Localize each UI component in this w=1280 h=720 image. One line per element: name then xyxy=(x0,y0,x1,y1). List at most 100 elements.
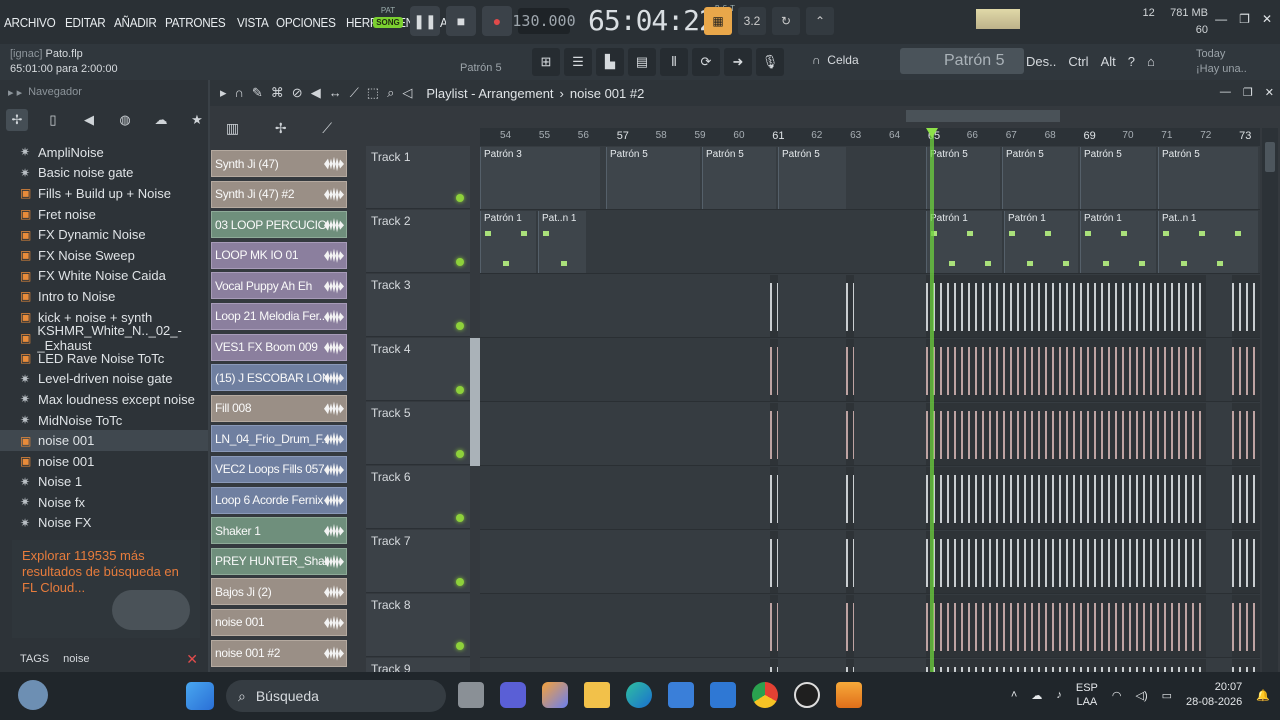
clip-item[interactable]: LN_04_Frio_Drum_F.. xyxy=(211,425,347,453)
microphone-icon[interactable]: 🎙 xyxy=(756,48,784,76)
star-tab-icon[interactable]: ★ xyxy=(186,109,208,131)
pattern-clip[interactable]: Pat..n 1 xyxy=(538,211,586,273)
menu-editar[interactable]: EDITAR xyxy=(65,15,106,30)
mixer-icon[interactable]: ▤ xyxy=(628,48,656,76)
audio-clip[interactable] xyxy=(926,659,1206,672)
tray-chevron-icon[interactable]: ˄ xyxy=(1011,689,1017,701)
track-header[interactable]: Track 5 xyxy=(366,402,470,465)
browser-arrows-icon[interactable]: ▸ ▸ xyxy=(8,86,22,99)
clip-item[interactable]: Synth Ji (47) #2 xyxy=(211,180,347,208)
vscode-icon[interactable] xyxy=(710,682,736,708)
browser-item[interactable]: ✷ MidNoise ToTc xyxy=(0,410,208,431)
tempo-display[interactable]: 130.000 xyxy=(512,8,576,34)
mute-tool-icon[interactable]: ◀ xyxy=(311,85,321,101)
horizontal-scroll-overview[interactable] xyxy=(906,110,1060,122)
track-enable-led[interactable] xyxy=(456,514,464,522)
obs-icon[interactable] xyxy=(794,682,820,708)
clip-item[interactable]: VEC2 Loops Fills 057 xyxy=(211,455,347,483)
playhead-marker[interactable] xyxy=(926,128,938,138)
weather-icon[interactable] xyxy=(18,680,48,710)
audio-clip[interactable] xyxy=(846,595,854,657)
step-edit-icon[interactable]: 3.2 xyxy=(738,7,766,35)
pattern-clip[interactable]: Patrón 5 xyxy=(926,147,1000,209)
track-header[interactable]: Track 3 xyxy=(366,274,470,337)
audio-clip[interactable] xyxy=(846,339,854,401)
audio-clip[interactable] xyxy=(770,467,778,529)
browser-item[interactable]: ▣ noise 001 xyxy=(0,430,208,451)
clip-item[interactable]: VES1 FX Boom 009 xyxy=(211,333,347,361)
channel-rack-icon[interactable]: ☰ xyxy=(564,48,592,76)
audio-clip[interactable] xyxy=(926,403,1206,465)
menu-archivo[interactable]: ARCHIVO xyxy=(4,15,56,30)
delete-tool-icon[interactable]: ⊘ xyxy=(292,85,303,101)
close-icon[interactable]: ✕ xyxy=(1262,12,1272,26)
audio-clip[interactable] xyxy=(926,275,1206,337)
select-tool-icon[interactable]: ⬚ xyxy=(367,85,379,101)
audio-clip[interactable] xyxy=(846,275,854,337)
audio-clip[interactable] xyxy=(846,467,854,529)
vertical-scrollbar[interactable] xyxy=(1262,128,1278,672)
pattern-clip[interactable]: Pat..n 1 xyxy=(1158,211,1258,273)
pattern-clip[interactable]: Patrón 5 xyxy=(778,147,846,209)
track-header[interactable]: Track 2 xyxy=(366,210,470,273)
audio-clip[interactable] xyxy=(926,467,1206,529)
copilot-icon[interactable] xyxy=(542,682,568,708)
audio-clip[interactable] xyxy=(926,531,1206,593)
audio-clip[interactable] xyxy=(1232,659,1260,672)
maximize-icon[interactable]: ❐ xyxy=(1239,12,1250,26)
track-enable-led[interactable] xyxy=(456,386,464,394)
playback-tool-icon[interactable]: ◁ xyxy=(402,85,412,101)
menu-anadir[interactable]: AÑADIR xyxy=(114,15,157,30)
refresh-icon[interactable]: ⟳ xyxy=(692,48,720,76)
pattern-clip[interactable]: Patrón 5 xyxy=(606,147,700,209)
pattern-clip[interactable]: Patrón 1 xyxy=(480,211,536,273)
track-header[interactable]: Track 7 xyxy=(366,530,470,593)
chrome-icon[interactable] xyxy=(752,682,778,708)
clip-item[interactable]: Fill 008 xyxy=(211,394,347,422)
cloud-tab-icon[interactable]: ☁ xyxy=(150,109,172,131)
metronome-icon[interactable]: ⌃ xyxy=(806,7,834,35)
browser-item[interactable]: ✷ Max loudness except noise xyxy=(0,389,208,410)
file-tab-icon[interactable]: ▯ xyxy=(42,109,64,131)
timeline-ruler[interactable]: 54 55 56 57 58 59 60 61 62 63 64 65 66 67 68 69 70 71 72 73 xyxy=(480,128,1260,146)
audio-clip[interactable] xyxy=(770,339,778,401)
browser-item[interactable]: ✷ Noise fx xyxy=(0,492,208,513)
pencil-tool-icon[interactable]: ✎ xyxy=(252,85,263,101)
audio-clip[interactable] xyxy=(770,659,778,672)
arrangement-lanes[interactable]: Patrón 3 Patrón 5 Patrón 5 Patrón 5 Patrón 5… xyxy=(480,146,1260,672)
minimize-icon[interactable]: — xyxy=(1215,12,1227,26)
track-enable-led[interactable] xyxy=(456,642,464,650)
all-tab-icon[interactable]: ✢ xyxy=(6,109,28,131)
clip-item[interactable]: Bajos Ji (2) xyxy=(211,578,347,606)
tags-value[interactable]: noise xyxy=(63,653,89,665)
volume-icon[interactable]: ◁) xyxy=(1135,689,1147,702)
audio-clip[interactable] xyxy=(846,531,854,593)
typing-keyboard-icon[interactable]: ▦ xyxy=(704,7,732,35)
track-scroll-strip[interactable] xyxy=(470,338,480,466)
start-icon[interactable] xyxy=(186,682,214,710)
clip-item[interactable]: PREY HUNTER_Shake.. xyxy=(211,547,347,575)
menu-vista[interactable]: VISTA xyxy=(237,15,269,30)
audio-clip[interactable] xyxy=(770,403,778,465)
paint-tool-icon[interactable]: ⌘ xyxy=(271,85,284,101)
edge-icon[interactable] xyxy=(626,682,652,708)
slip-tool-icon[interactable]: ↔ xyxy=(329,85,342,101)
browser-item[interactable]: ▣ Fills + Build up + Noise xyxy=(0,183,208,204)
browser-item[interactable]: ▣ noise 001 xyxy=(0,451,208,472)
clip-item[interactable]: noise 001 xyxy=(211,608,347,636)
fl-studio-icon[interactable] xyxy=(836,682,862,708)
audio-clip[interactable] xyxy=(846,403,854,465)
pattern-clip[interactable]: Patrón 5 xyxy=(1158,147,1258,209)
pat-song-toggle[interactable]: PAT SONG xyxy=(372,6,404,36)
pattern-selector[interactable]: Patrón 5 xyxy=(900,48,1024,74)
wifi-icon[interactable]: ◠ xyxy=(1112,689,1122,702)
audio-clip[interactable] xyxy=(846,659,854,672)
track-header[interactable]: Track 8 xyxy=(366,594,470,657)
clip-item[interactable]: Synth Ji (47) xyxy=(211,150,347,177)
clear-tags-icon[interactable]: ✕ xyxy=(186,651,198,668)
clip-item[interactable]: 03 LOOP PERCUCION.. xyxy=(211,211,347,239)
arrow-right-icon[interactable]: ➜ xyxy=(724,48,752,76)
globe-tab-icon[interactable]: ◍ xyxy=(114,109,136,131)
pl-close-icon[interactable]: ✕ xyxy=(1265,86,1274,99)
audio-clip[interactable] xyxy=(1232,467,1260,529)
